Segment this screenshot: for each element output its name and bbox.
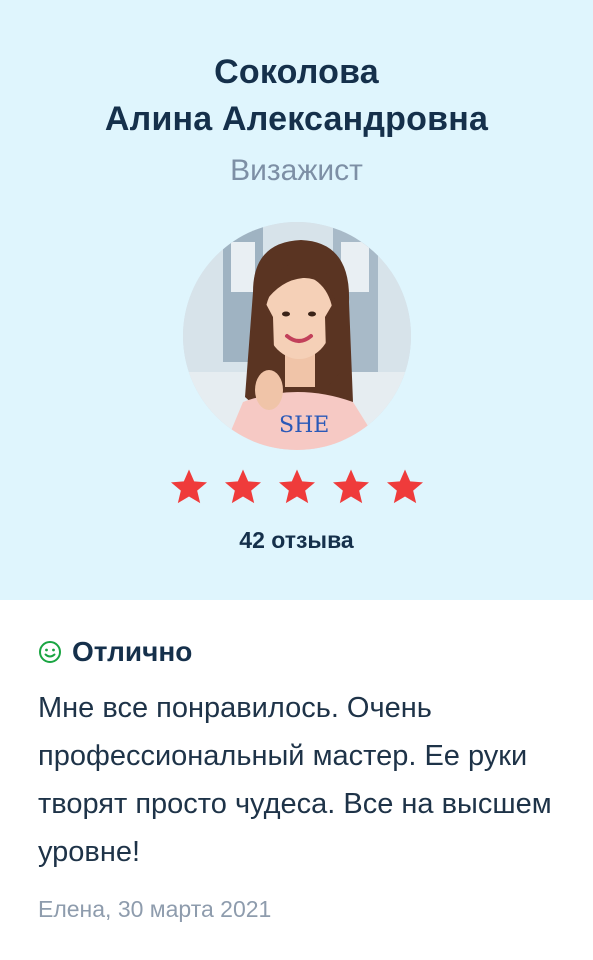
star-icon (386, 469, 423, 504)
star-icon (332, 469, 369, 504)
review-author-date: Елена, 30 марта 2021 (38, 896, 272, 922)
review-rating-label: Отлично (72, 636, 193, 667)
review-rating: Отлично (38, 636, 192, 668)
profile-last-name: Соколова (214, 53, 379, 91)
star-icon (224, 469, 261, 504)
review-card: Отлично Мне все понравилось. Очень профе… (0, 600, 593, 960)
profile-role: Визажист (230, 154, 363, 187)
review-text: Мне все понравилось. Очень профессиональ… (38, 692, 552, 868)
rating-stars (0, 467, 593, 507)
avatar-photo: SHE (183, 222, 411, 450)
reviews-count[interactable]: 42 отзыва (0, 527, 593, 554)
profile-first-middle-name: Алина Александровна (104, 100, 489, 138)
smile-icon (39, 641, 61, 663)
star-icon (278, 469, 315, 504)
profile-header: Соколова Алина Александровна Визажист SH… (0, 0, 593, 600)
avatar: SHE (183, 222, 411, 450)
svg-text:SHE: SHE (279, 413, 329, 438)
star-icon (170, 469, 207, 504)
